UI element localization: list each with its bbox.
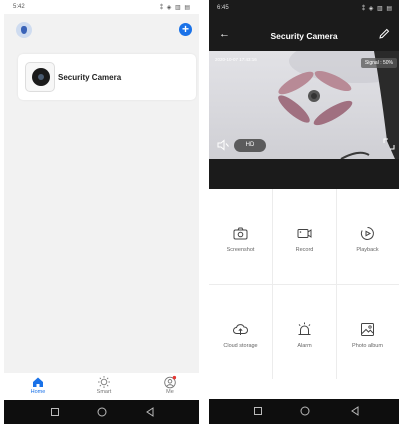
action-playback[interactable]: Playback	[336, 189, 399, 284]
page-title: Security Camera	[270, 31, 338, 41]
action-label: Cloud storage	[223, 343, 258, 349]
device-name: Security Camera	[58, 73, 122, 82]
status-time: 5:42	[13, 4, 25, 10]
status-bar: 5:42 ⁑ ◈ ▥ ▤	[4, 0, 199, 14]
status-icons: ⁑ ◈ ▥ ▤	[160, 5, 191, 11]
profile-icon	[164, 375, 177, 389]
home-nav-icon[interactable]	[96, 406, 108, 418]
action-alarm[interactable]: Alarm	[273, 285, 336, 380]
home-nav-icon[interactable]	[299, 405, 311, 417]
action-photo-album[interactable]: Photo album	[336, 285, 399, 380]
alarm-icon	[298, 322, 311, 335]
sun-icon	[98, 376, 110, 388]
control-divider-band	[209, 159, 399, 189]
action-label: Screenshot	[226, 247, 255, 253]
android-nav-bar	[209, 399, 399, 424]
camera-thumbnail-icon	[25, 62, 55, 92]
action-record[interactable]: Record	[273, 189, 336, 284]
tab-home-label: Home	[30, 389, 46, 395]
video-timestamp: 2020-10-07 17:43:16	[215, 57, 257, 62]
playback-icon	[360, 227, 374, 240]
home-header: +	[4, 14, 199, 48]
tab-me[interactable]: Me	[150, 375, 190, 395]
home-icon	[33, 377, 43, 387]
tab-home[interactable]: Home	[18, 375, 58, 395]
tab-me-label: Me	[166, 389, 174, 395]
bottom-tab-bar: Home Smart Me	[4, 373, 199, 400]
speaker-mute-icon[interactable]	[216, 138, 230, 152]
recents-icon[interactable]	[252, 405, 264, 417]
status-time: 6:45	[217, 5, 229, 11]
right-phone-screen: 6:45 ⁑ ◈ ▥ ▤ ← Security Camera 2020-10-0…	[209, 0, 399, 424]
signal-badge: Signal : 50%	[360, 58, 397, 68]
tab-smart-label: Smart	[96, 389, 112, 395]
status-icons: ⁑ ◈ ▥ ▤	[362, 6, 393, 12]
action-cloud-storage[interactable]: Cloud storage	[209, 285, 272, 380]
action-label: Record	[295, 247, 314, 253]
status-bar: 6:45 ⁑ ◈ ▥ ▤	[209, 0, 399, 18]
action-grid: Screenshot Record Playback Cloud storage	[209, 189, 399, 399]
camera-icon	[233, 227, 248, 240]
cloud-icon	[233, 324, 248, 335]
tab-smart[interactable]: Smart	[84, 375, 124, 395]
left-phone-screen: 5:42 ⁑ ◈ ▥ ▤ + Security Camera Home Smar…	[4, 0, 199, 424]
add-device-button[interactable]: +	[179, 23, 192, 36]
video-quality-button[interactable]: HD	[234, 139, 266, 152]
photo-album-icon	[361, 323, 374, 336]
back-nav-icon[interactable]	[144, 406, 156, 418]
video-record-icon	[297, 229, 312, 238]
android-nav-bar	[4, 400, 199, 424]
fullscreen-icon[interactable]	[383, 138, 395, 150]
action-label: Playback	[356, 247, 379, 253]
action-screenshot[interactable]: Screenshot	[209, 189, 272, 284]
back-nav-icon[interactable]	[349, 405, 361, 417]
action-label: Photo album	[352, 343, 383, 349]
recents-icon[interactable]	[49, 406, 61, 418]
device-card[interactable]: Security Camera	[18, 54, 196, 100]
home-logo-icon[interactable]	[16, 22, 32, 38]
action-label: Alarm	[297, 343, 312, 349]
camera-header: ← Security Camera	[209, 18, 399, 51]
edit-icon[interactable]	[377, 27, 391, 41]
